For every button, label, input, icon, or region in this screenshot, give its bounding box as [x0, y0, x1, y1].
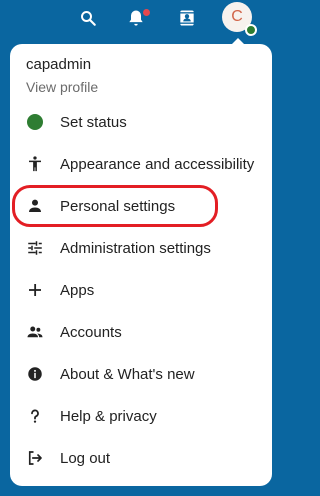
administration-settings-label: Administration settings: [60, 239, 211, 257]
help-icon: [26, 407, 44, 425]
accounts-label: Accounts: [60, 323, 122, 341]
help-privacy-label: Help & privacy: [60, 407, 157, 425]
highlight-annotation: [12, 185, 218, 227]
help-privacy-item[interactable]: Help & privacy: [10, 396, 272, 436]
apps-label: Apps: [60, 281, 95, 299]
about-whats-new-item[interactable]: About & What's new: [10, 354, 272, 394]
contacts-icon[interactable]: [173, 4, 201, 32]
user-menu: capadmin View profile Set status Appeara…: [10, 44, 272, 486]
set-status-item[interactable]: Set status: [10, 102, 272, 142]
user-name: capadmin: [26, 56, 92, 73]
log-out-item[interactable]: Log out: [10, 438, 272, 478]
logout-icon: [26, 449, 44, 467]
top-bar: C: [0, 0, 275, 36]
view-profile-link[interactable]: View profile: [26, 79, 98, 95]
appearance-accessibility-item[interactable]: Appearance and accessibility: [10, 144, 272, 184]
accessibility-icon: [26, 155, 44, 173]
status-dot-icon: [26, 113, 44, 131]
appearance-accessibility-label: Appearance and accessibility: [60, 155, 255, 173]
plus-icon: [26, 281, 44, 299]
administration-settings-item[interactable]: Administration settings: [10, 228, 272, 268]
about-whats-new-label: About & What's new: [60, 365, 195, 383]
log-out-label: Log out: [60, 449, 111, 467]
tune-icon: [26, 239, 44, 257]
accounts-icon: [26, 323, 44, 341]
info-icon: [26, 365, 44, 383]
search-icon[interactable]: [74, 4, 102, 32]
notification-dot: [143, 9, 150, 16]
apps-item[interactable]: Apps: [10, 270, 272, 310]
accounts-item[interactable]: Accounts: [10, 312, 272, 352]
set-status-label: Set status: [60, 113, 127, 131]
user-status-indicator: [245, 24, 257, 36]
